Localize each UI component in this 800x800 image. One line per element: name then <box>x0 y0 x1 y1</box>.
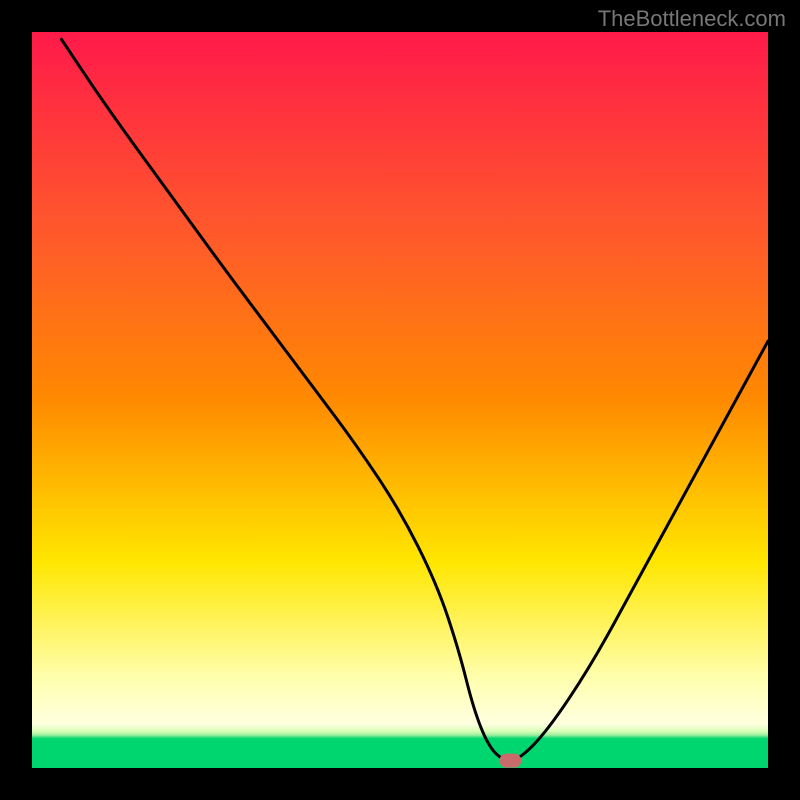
chart-svg <box>0 0 800 800</box>
chart-container: TheBottleneck.com <box>0 0 800 800</box>
watermark-text: TheBottleneck.com <box>598 6 786 32</box>
plot-background <box>32 32 768 768</box>
optimum-marker <box>499 754 521 768</box>
